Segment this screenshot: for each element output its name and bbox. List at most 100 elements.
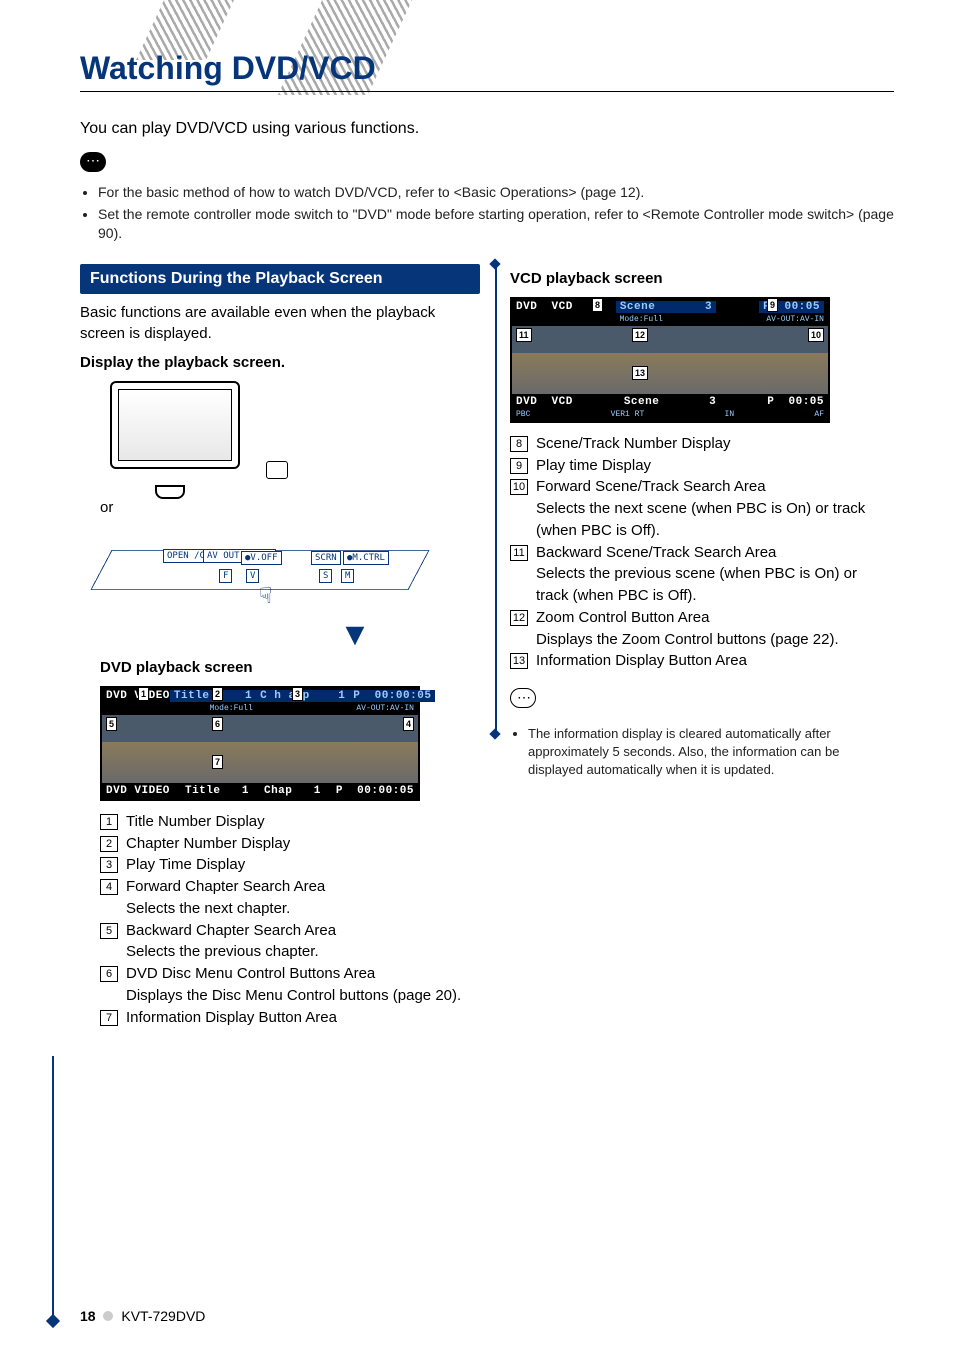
item-number: 3 <box>100 857 118 873</box>
divider-dot <box>489 258 500 269</box>
note-icon <box>510 688 536 708</box>
callout-12: 12 <box>632 328 648 342</box>
time-value: P 00:05 <box>767 396 824 408</box>
item-number: 2 <box>100 836 118 852</box>
page-footer: 18 KVT-729DVD <box>80 1308 205 1324</box>
item-desc: Displays the Disc Menu Control buttons (… <box>126 985 480 1007</box>
dvd-label: DVD VIDEO <box>106 785 170 797</box>
item-text: Forward Scene/Track Search Area <box>536 476 890 498</box>
or-label: or <box>100 499 480 516</box>
mode-label: Mode:Full <box>620 315 663 324</box>
item-number: 7 <box>100 1010 118 1026</box>
time-value: 00:05 <box>784 301 820 313</box>
side-marker-icon <box>46 1314 60 1328</box>
callout-4: 4 <box>403 717 414 731</box>
item-text: Play time Display <box>536 455 890 477</box>
item-text: Forward Chapter Search Area <box>126 876 480 898</box>
callout-3: 3 <box>292 687 303 701</box>
callout-10: 10 <box>808 328 824 342</box>
vcd-label: DVD VCD <box>516 396 573 408</box>
callout-13: 13 <box>632 366 648 380</box>
avout-label: AV-OUT:AV-IN <box>356 704 414 713</box>
item-text: Backward Chapter Search Area <box>126 920 480 942</box>
callout-2: 2 <box>212 687 223 701</box>
footnote-list: The information display is cleared autom… <box>514 725 890 780</box>
item-number: 10 <box>510 479 528 495</box>
panel-label: ●M.CTRL <box>343 551 389 565</box>
panel-label: V <box>246 569 259 583</box>
sub-label: PBC <box>516 410 530 419</box>
item-text: Backward Scene/Track Search Area <box>536 542 890 564</box>
item-number: 4 <box>100 879 118 895</box>
item-desc: Selects the previous scene (when PBC is … <box>536 563 890 607</box>
sub-label: IN <box>725 410 735 419</box>
item-desc: Selects the next chapter. <box>126 898 480 920</box>
panel-label: ●V.OFF <box>241 551 282 565</box>
item-text: Zoom Control Button Area <box>536 607 890 629</box>
section-heading: Functions During the Playback Screen <box>80 264 480 294</box>
sub-label: AF <box>814 410 824 419</box>
dvd-playback-screenshot: DVD VIDEO Title 1 C h a p 1 P 00:00:05 M… <box>100 686 420 801</box>
title-label: Title <box>185 785 221 797</box>
chap-value: 1 <box>338 690 345 702</box>
item-text: Chapter Number Display <box>126 833 480 855</box>
item-text: DVD Disc Menu Control Buttons Area <box>126 963 480 985</box>
item-text: Title Number Display <box>126 811 480 833</box>
hand-pointer-icon: ☟ <box>259 583 272 609</box>
item-number: 13 <box>510 653 528 669</box>
avout-label: AV-OUT:AV-IN <box>766 315 824 324</box>
item-number: 9 <box>510 458 528 474</box>
down-arrow-icon: ▼ <box>230 616 480 653</box>
callout-8: 8 <box>592 298 603 312</box>
page-title: Watching DVD/VCD <box>80 50 894 92</box>
model-name: KVT-729DVD <box>121 1308 205 1324</box>
page-number: 18 <box>80 1308 96 1324</box>
item-text: Information Display Button Area <box>536 650 890 672</box>
callout-1: 1 <box>138 687 149 701</box>
item-text: Information Display Button Area <box>126 1007 480 1029</box>
title-value: 1 <box>242 785 249 797</box>
title-label: Title <box>174 690 210 702</box>
item-number: 5 <box>100 923 118 939</box>
column-divider <box>495 264 497 734</box>
note-icon <box>80 152 106 172</box>
intro-notes: For the basic method of how to watch DVD… <box>98 183 894 244</box>
item-number: 12 <box>510 610 528 626</box>
item-desc: Selects the previous chapter. <box>126 941 480 963</box>
section-lead: Basic functions are available even when … <box>80 302 480 344</box>
footnote: The information display is cleared autom… <box>528 725 890 780</box>
sub-label: VER1 <box>611 410 630 419</box>
panel-label: F <box>219 569 232 583</box>
time-value: P 00:00:05 <box>336 785 414 797</box>
time-value: 00:00:05 <box>375 690 432 702</box>
mode-label: Mode:Full <box>210 704 253 713</box>
step-heading: Display the playback screen. <box>80 354 480 371</box>
panel-label: S <box>319 569 332 583</box>
vcd-item-list: 8Scene/Track Number Display 9Play time D… <box>510 433 890 672</box>
item-desc: Displays the Zoom Control buttons (page … <box>536 629 890 651</box>
vcd-playback-screenshot: DVD VCD Scene 3 P 00:05 Mode:Full AV-OUT:… <box>510 297 830 423</box>
vcd-screen-heading: VCD playback screen <box>510 270 890 287</box>
callout-11: 11 <box>516 328 532 342</box>
callout-7: 7 <box>212 755 223 769</box>
item-number: 8 <box>510 436 528 452</box>
panel-label: SCRN <box>311 551 341 565</box>
intro-note: For the basic method of how to watch DVD… <box>98 183 894 203</box>
panel-label: M <box>341 569 354 583</box>
item-number: 6 <box>100 966 118 982</box>
scene-value: 3 <box>709 396 716 408</box>
callout-5: 5 <box>106 717 117 731</box>
vcd-label: DVD VCD <box>516 301 573 313</box>
title-value: 1 <box>245 690 252 702</box>
dvd-screen-heading: DVD playback screen <box>100 659 480 676</box>
monitor-illustration <box>110 381 270 491</box>
footer-dot-icon <box>103 1311 113 1321</box>
scene-label: Scene <box>620 301 656 313</box>
dvd-item-list: 1Title Number Display 2Chapter Number Di… <box>100 811 480 1029</box>
intro-text: You can play DVD/VCD using various funct… <box>80 120 894 138</box>
chap-value: 1 <box>314 785 321 797</box>
item-number: 11 <box>510 545 528 561</box>
chap-label: Chap <box>264 785 292 797</box>
control-panel-illustration: OPEN /CLOSE AV OUT ● SEL ●V.OFF SCRN ●M.… <box>100 520 420 610</box>
scene-value: 3 <box>705 301 712 313</box>
